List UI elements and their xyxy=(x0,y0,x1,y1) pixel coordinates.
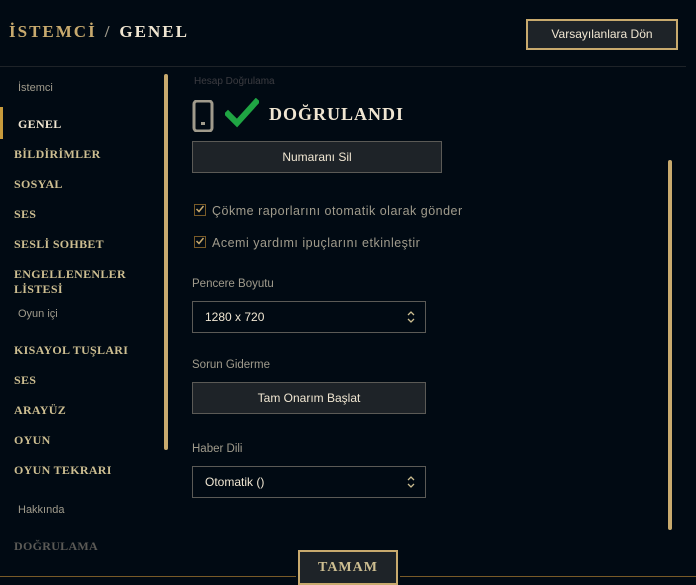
footer-divider-left xyxy=(0,576,296,577)
newbie-tips-label: Acemi yardımı ipuçlarını etkinleştir xyxy=(212,236,421,250)
checkbox-check-icon xyxy=(195,205,205,213)
restore-defaults-button[interactable]: Varsayılanlara Dön xyxy=(526,19,678,50)
window-size-label: Pencere Boyutu xyxy=(192,278,274,290)
header-divider xyxy=(0,66,686,67)
breadcrumb-section: İSTEMCİ xyxy=(9,22,97,41)
crash-reports-checkbox[interactable] xyxy=(194,204,206,216)
crash-reports-option[interactable]: Çökme raporlarını otomatik olarak gönder xyxy=(194,204,463,218)
page-title: İSTEMCİ / GENEL xyxy=(9,22,189,42)
sidebar-item-block-list[interactable]: ENGELLENENLER LİSTESİ xyxy=(14,267,168,297)
sidebar-item-hotkeys[interactable]: KISAYOL TUŞLARI xyxy=(14,343,128,358)
full-repair-button[interactable]: Tam Onarım Başlat xyxy=(192,382,426,414)
sidebar-item-sound[interactable]: SES xyxy=(14,207,36,222)
ok-button[interactable]: TAMAM xyxy=(298,550,398,585)
footer-divider-right xyxy=(400,576,696,577)
active-indicator xyxy=(0,107,3,139)
sidebar-item-game[interactable]: OYUN xyxy=(14,433,51,448)
breadcrumb-current: GENEL xyxy=(119,22,189,41)
news-language-label: Haber Dili xyxy=(192,443,243,455)
sidebar-section-client: İstemci xyxy=(18,82,53,94)
troubleshooting-label: Sorun Giderme xyxy=(192,359,270,371)
sidebar-section-about: Hakkında xyxy=(18,504,65,516)
sidebar-item-social[interactable]: SOSYAL xyxy=(14,177,63,192)
crash-reports-label: Çökme raporlarını otomatik olarak gönder xyxy=(212,204,463,218)
verified-status: DOĞRULANDI xyxy=(269,104,405,124)
dropdown-arrows-icon xyxy=(407,476,415,488)
phone-icon xyxy=(192,100,214,132)
dropdown-arrows-icon xyxy=(407,311,415,323)
content-scrollbar[interactable] xyxy=(668,160,672,530)
window-size-dropdown[interactable]: 1280 x 720 xyxy=(192,301,426,333)
sidebar-item-voice-chat[interactable]: SESLİ SOHBET xyxy=(14,237,104,252)
newbie-tips-checkbox[interactable] xyxy=(194,236,206,248)
news-language-value: Otomatik () xyxy=(205,475,265,489)
settings-panel: Hesap Doğrulama DOĞRULANDI Numaranı Sil … xyxy=(192,70,667,550)
checkbox-check-icon xyxy=(195,237,205,245)
sidebar-section-ingame: Oyun içi xyxy=(18,308,58,320)
window-size-value: 1280 x 720 xyxy=(205,310,265,324)
remove-number-button[interactable]: Numaranı Sil xyxy=(192,141,442,173)
sidebar-item-verification[interactable]: DOĞRULAMA xyxy=(14,539,98,554)
sidebar-scrollbar[interactable] xyxy=(164,74,168,450)
checkmark-icon xyxy=(225,98,259,128)
news-language-dropdown[interactable]: Otomatik () xyxy=(192,466,426,498)
breadcrumb-separator: / xyxy=(104,22,112,41)
newbie-tips-option[interactable]: Acemi yardımı ipuçlarını etkinleştir xyxy=(194,236,420,250)
sidebar-item-ingame-sound[interactable]: SES xyxy=(14,373,36,388)
sidebar: İstemci GENEL BİLDİRİMLER SOSYAL SES SES… xyxy=(0,70,168,560)
sidebar-item-interface[interactable]: ARAYÜZ xyxy=(14,403,66,418)
sidebar-item-general[interactable]: GENEL xyxy=(18,117,62,132)
account-verification-heading: Hesap Doğrulama xyxy=(194,76,275,87)
sidebar-item-notifications[interactable]: BİLDİRİMLER xyxy=(14,147,101,162)
sidebar-item-replays[interactable]: OYUN TEKRARI xyxy=(14,463,112,478)
